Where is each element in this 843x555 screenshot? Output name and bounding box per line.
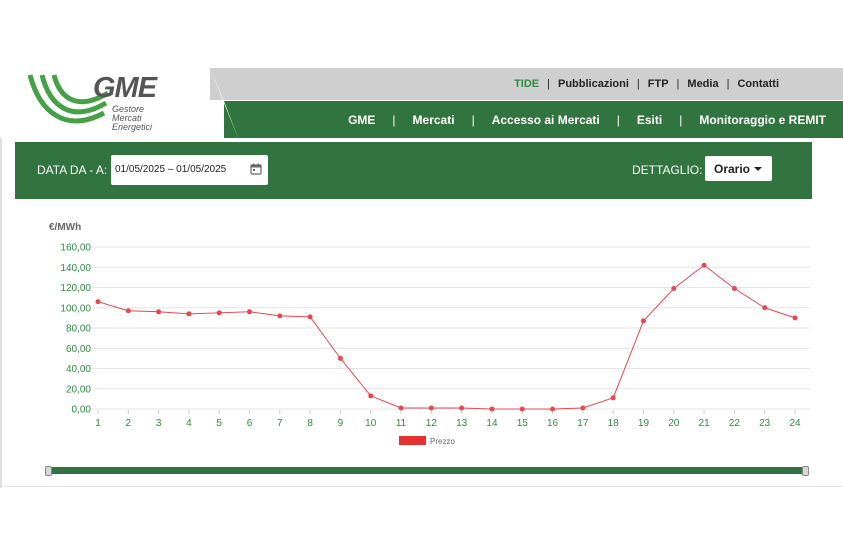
x-tick-label: 24 — [789, 418, 801, 429]
header: TIDE | Pubblicazioni | FTP | Media | Contatti GM… — [0, 68, 843, 138]
x-tick-label: 15 — [517, 418, 529, 429]
date-range-value: 01/05/2025 – 01/05/2025 — [115, 164, 227, 175]
caret-down-icon — [754, 167, 762, 171]
data-point[interactable] — [459, 405, 465, 411]
left-border — [0, 138, 2, 488]
x-tick-label: 23 — [759, 418, 771, 429]
data-point[interactable] — [368, 393, 374, 399]
legend-label: Prezzo — [430, 437, 455, 446]
data-point[interactable] — [489, 406, 495, 412]
x-tick-label: 13 — [456, 418, 468, 429]
data-point[interactable] — [186, 311, 192, 317]
y-tick-label: 140,00 — [60, 263, 91, 274]
data-point[interactable] — [640, 318, 646, 324]
x-tick-label: 17 — [577, 418, 589, 429]
x-tick-label: 3 — [156, 418, 162, 429]
main-nav-link-monitoraggio-e-remit[interactable]: Monitoraggio e REMIT — [682, 113, 843, 127]
y-tick-label: 80,00 — [66, 324, 91, 335]
data-point[interactable] — [216, 310, 222, 316]
slider-handle-right[interactable] — [802, 466, 809, 476]
logo-sub-line: Energetici — [112, 122, 153, 132]
data-point[interactable] — [307, 314, 313, 320]
x-tick-label: 14 — [486, 418, 498, 429]
date-range-label: DATA DA - A: — [37, 163, 108, 177]
data-point[interactable] — [671, 286, 677, 292]
top-bar: TIDE | Pubblicazioni | FTP | Media | Contatti — [210, 68, 843, 100]
detail-select-value: Orario — [714, 162, 751, 176]
data-point[interactable] — [519, 406, 525, 412]
main-nav-link-mercati[interactable]: Mercati — [396, 113, 472, 127]
detail-label: DETTAGLIO: — [632, 163, 703, 177]
y-tick-label: 60,00 — [66, 344, 91, 355]
main-bar: GME | Mercati | Accesso ai Mercati | Esiti | Mon… — [224, 101, 843, 138]
x-tick-label: 8 — [307, 418, 313, 429]
filter-bar: DATA DA - A: 01/05/2025 – 01/05/2025 DET… — [15, 142, 812, 199]
y-tick-label: 120,00 — [60, 283, 91, 294]
page: TIDE | Pubblicazioni | FTP | Media | Contatti GM… — [0, 68, 843, 488]
chart-svg: €/MWh 0,00 20,00 40,00 60,00 80,00 100,00 120,0… — [49, 222, 810, 446]
data-point[interactable] — [610, 395, 616, 401]
slider-handle-left[interactable] — [45, 466, 52, 476]
logo-subtitle: Gestore Mercati Energetici — [112, 105, 152, 132]
data-point[interactable] — [792, 315, 798, 321]
series-line — [97, 264, 796, 410]
top-nav: TIDE | Pubblicazioni | FTP | Media | Contatti — [506, 68, 787, 100]
data-point[interactable] — [398, 405, 404, 411]
data-point[interactable] — [580, 405, 586, 411]
x-tick-label: 10 — [365, 418, 377, 429]
x-tick-label: 18 — [608, 418, 620, 429]
logo-name: GME — [93, 72, 157, 104]
top-nav-link-tide[interactable]: TIDE — [506, 78, 547, 90]
y-tick-label: 40,00 — [66, 364, 91, 375]
footer-divider — [0, 486, 843, 487]
x-tick-label: 16 — [547, 418, 559, 429]
slider-track[interactable] — [51, 467, 803, 474]
data-point[interactable] — [762, 305, 768, 311]
data-point[interactable] — [731, 286, 737, 292]
main-nav-link-gme[interactable]: GME — [331, 113, 392, 127]
top-nav-link-contatti[interactable]: Contatti — [729, 78, 787, 90]
x-tick-label: 19 — [638, 418, 650, 429]
x-tick-label: 9 — [338, 418, 344, 429]
data-point[interactable] — [247, 309, 253, 315]
data-point[interactable] — [277, 313, 283, 319]
main-nav-link-esiti[interactable]: Esiti — [620, 113, 679, 127]
x-tick-label: 2 — [126, 418, 132, 429]
top-nav-link-pubblicazioni[interactable]: Pubblicazioni — [550, 78, 637, 90]
top-nav-link-ftp[interactable]: FTP — [640, 78, 677, 90]
data-point[interactable] — [337, 355, 343, 361]
x-tick-label: 11 — [396, 418, 407, 429]
x-tick-label: 21 — [699, 418, 711, 429]
data-point[interactable] — [701, 262, 707, 268]
legend-swatch — [399, 436, 426, 445]
x-tick-label: 7 — [277, 418, 283, 429]
y-tick-label: 20,00 — [66, 384, 91, 395]
y-tick-label: 160,00 — [60, 243, 91, 254]
detail-select[interactable]: Orario — [705, 156, 772, 181]
data-point[interactable] — [550, 406, 556, 412]
main-nav: GME | Mercati | Accesso ai Mercati | Esiti | Mon… — [331, 101, 843, 138]
x-tick-label: 20 — [668, 418, 680, 429]
x-tick-label: 4 — [186, 418, 192, 429]
price-chart: €/MWh 0,00 20,00 40,00 60,00 80,00 100,00 120,0… — [15, 199, 812, 459]
data-point[interactable] — [125, 308, 131, 314]
x-tick-label: 6 — [247, 418, 253, 429]
range-slider[interactable] — [45, 466, 809, 476]
data-point[interactable] — [156, 309, 162, 315]
calendar-icon[interactable] — [250, 163, 262, 175]
top-nav-link-media[interactable]: Media — [679, 78, 726, 90]
x-tick-label: 5 — [216, 418, 222, 429]
gme-logo[interactable]: GME Gestore Mercati Energetici — [0, 68, 240, 138]
x-tick-label: 22 — [729, 418, 741, 429]
main-nav-link-accesso-ai-mercati[interactable]: Accesso ai Mercati — [475, 113, 617, 127]
data-point[interactable] — [95, 299, 101, 305]
y-tick-label: 0,00 — [72, 405, 92, 416]
y-tick-label: 100,00 — [60, 303, 91, 314]
date-range-input[interactable]: 01/05/2025 – 01/05/2025 — [111, 155, 268, 185]
x-tick-label: 1 — [95, 418, 101, 429]
data-point[interactable] — [428, 405, 434, 411]
x-tick-label: 12 — [426, 418, 438, 429]
y-axis-label: €/MWh — [49, 222, 81, 233]
